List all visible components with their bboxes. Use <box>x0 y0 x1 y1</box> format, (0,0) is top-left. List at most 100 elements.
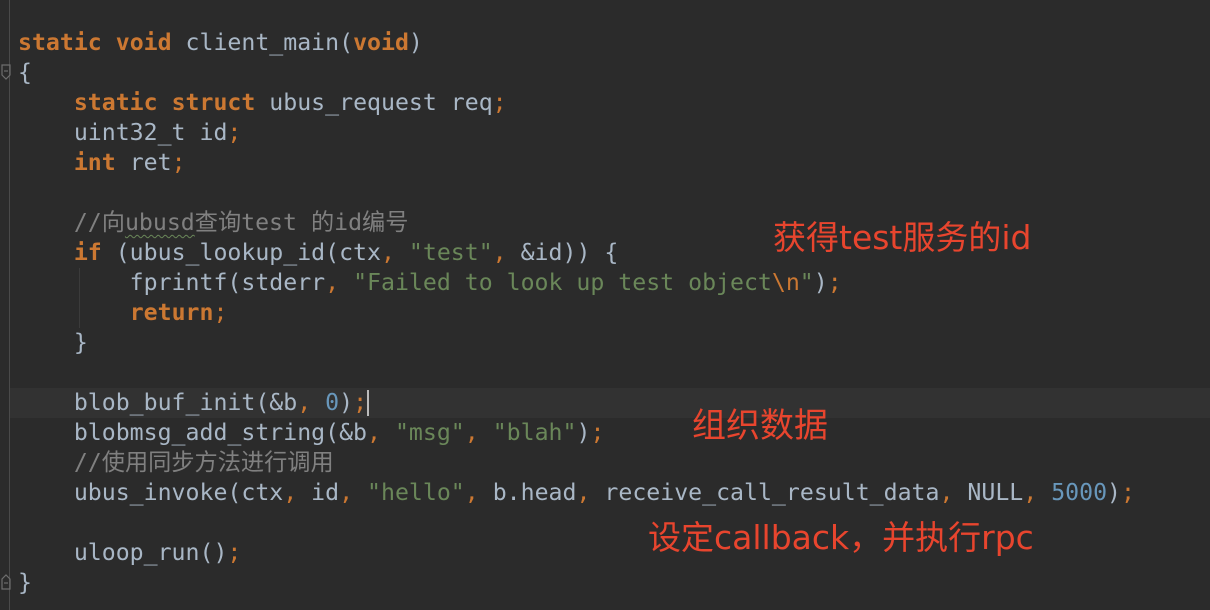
misspelled-word-token[interactable]: ubusd <box>125 209 195 236</box>
code-token[interactable]: } <box>18 329 88 356</box>
code-token[interactable] <box>18 449 74 476</box>
punctuation-token[interactable]: , <box>493 239 507 266</box>
number-literal-token[interactable]: 5000 <box>1051 479 1107 506</box>
code-token[interactable]: (ubus_lookup_id(ctx <box>102 239 381 266</box>
code-token[interactable] <box>18 239 74 266</box>
code-token[interactable] <box>381 419 395 446</box>
comment-token[interactable]: //向 <box>74 209 125 236</box>
code-token[interactable]: b.head <box>479 479 577 506</box>
code-line[interactable] <box>18 178 1135 208</box>
code-token[interactable]: ) <box>814 269 828 296</box>
code-token[interactable]: &id)) { <box>507 239 619 266</box>
punctuation-token[interactable]: , <box>339 479 353 506</box>
code-token[interactable]: ubus_invoke(ctx <box>18 479 283 506</box>
code-line[interactable]: fprintf(stderr, "Failed to look up test … <box>18 268 1135 298</box>
code-line[interactable]: int ret; <box>18 148 1135 178</box>
code-line[interactable]: ubus_invoke(ctx, id, "hello", b.head, re… <box>18 478 1135 508</box>
code-line[interactable]: return; <box>18 298 1135 328</box>
punctuation-token[interactable]: ; <box>1121 479 1135 506</box>
code-token[interactable]: ) <box>339 389 353 416</box>
code-token[interactable]: } <box>18 569 32 596</box>
code-token[interactable]: client_main( <box>172 29 354 56</box>
punctuation-token[interactable]: , <box>325 269 339 296</box>
code-token[interactable]: ) <box>1107 479 1121 506</box>
punctuation-token[interactable]: , <box>297 389 311 416</box>
code-token[interactable] <box>395 239 409 266</box>
punctuation-token[interactable]: , <box>381 239 395 266</box>
string-literal-token[interactable]: "hello" <box>367 479 465 506</box>
punctuation-token[interactable]: , <box>283 479 297 506</box>
punctuation-token[interactable]: , <box>465 479 479 506</box>
keyword-token[interactable]: struct <box>172 89 256 116</box>
code-token[interactable]: id <box>297 479 339 506</box>
code-token[interactable]: ubus_request req <box>255 89 492 116</box>
keyword-token[interactable]: void <box>353 29 409 56</box>
code-editor[interactable]: static void client_main(void){ static st… <box>0 0 1210 610</box>
code-token[interactable] <box>18 209 74 236</box>
text-cursor <box>367 390 369 416</box>
code-line[interactable]: blobmsg_add_string(&b, "msg", "blah"); <box>18 418 1135 448</box>
punctuation-token[interactable]: ; <box>353 389 367 416</box>
punctuation-token[interactable]: ; <box>213 299 227 326</box>
code-line[interactable]: { <box>18 58 1135 88</box>
code-line[interactable]: } <box>18 568 1135 598</box>
string-literal-token[interactable]: "test" <box>409 239 493 266</box>
code-token[interactable]: uloop_run() <box>18 539 228 566</box>
string-literal-token[interactable]: "msg" <box>395 419 465 446</box>
code-token[interactable] <box>311 389 325 416</box>
code-token[interactable]: ) <box>576 419 590 446</box>
fold-close-icon[interactable] <box>0 572 12 590</box>
code-area[interactable]: static void client_main(void){ static st… <box>18 28 1135 598</box>
punctuation-token[interactable]: ; <box>227 539 241 566</box>
keyword-token[interactable]: int <box>74 149 116 176</box>
code-token[interactable] <box>479 419 493 446</box>
punctuation-token[interactable]: ; <box>227 119 241 146</box>
punctuation-token[interactable]: , <box>367 419 381 446</box>
code-token[interactable]: blobmsg_add_string(&b <box>18 419 367 446</box>
comment-token[interactable]: //使用同步方法进行调用 <box>74 449 334 476</box>
keyword-token[interactable]: static <box>18 29 102 56</box>
string-literal-token[interactable]: " <box>800 269 814 296</box>
code-line[interactable]: blob_buf_init(&b, 0); <box>18 388 1135 418</box>
code-line[interactable]: uint32_t id; <box>18 118 1135 148</box>
code-token[interactable] <box>353 479 367 506</box>
punctuation-token[interactable]: ; <box>493 89 507 116</box>
keyword-token[interactable]: return <box>130 299 214 326</box>
code-token[interactable] <box>18 149 74 176</box>
code-token[interactable] <box>102 29 116 56</box>
code-token[interactable]: fprintf(stderr <box>18 269 325 296</box>
keyword-token[interactable]: static <box>74 89 158 116</box>
punctuation-token[interactable]: ; <box>828 269 842 296</box>
code-token[interactable] <box>1037 479 1051 506</box>
keyword-token[interactable]: if <box>74 239 102 266</box>
punctuation-token[interactable]: ; <box>172 149 186 176</box>
punctuation-token[interactable]: , <box>1023 479 1037 506</box>
code-token[interactable] <box>18 299 130 326</box>
punctuation-token[interactable]: , <box>576 479 590 506</box>
code-token[interactable]: ) <box>409 29 423 56</box>
code-line[interactable]: static struct ubus_request req; <box>18 88 1135 118</box>
punctuation-token[interactable]: , <box>465 419 479 446</box>
comment-token[interactable]: 查询test 的id编号 <box>195 209 409 236</box>
fold-open-icon[interactable] <box>0 64 12 82</box>
code-token[interactable]: receive_call_result_data <box>590 479 939 506</box>
keyword-token[interactable]: void <box>116 29 172 56</box>
string-literal-token[interactable]: "blah" <box>493 419 577 446</box>
escape-sequence-token[interactable]: \n <box>772 269 800 296</box>
code-token[interactable]: blob_buf_init(&b <box>18 389 297 416</box>
code-token[interactable]: uint32_t id <box>18 119 228 146</box>
code-token[interactable] <box>18 89 74 116</box>
punctuation-token[interactable]: ; <box>590 419 604 446</box>
code-line[interactable]: //使用同步方法进行调用 <box>18 448 1135 478</box>
code-token[interactable]: { <box>18 59 32 86</box>
string-literal-token[interactable]: "Failed to look up test object <box>353 269 772 296</box>
code-line[interactable] <box>18 358 1135 388</box>
code-line[interactable]: static void client_main(void) <box>18 28 1135 58</box>
code-token[interactable] <box>339 269 353 296</box>
punctuation-token[interactable]: , <box>939 479 953 506</box>
code-token[interactable]: NULL <box>953 479 1023 506</box>
code-token[interactable] <box>158 89 172 116</box>
number-literal-token[interactable]: 0 <box>325 389 339 416</box>
code-line[interactable]: } <box>18 328 1135 358</box>
code-token[interactable]: ret <box>116 149 172 176</box>
